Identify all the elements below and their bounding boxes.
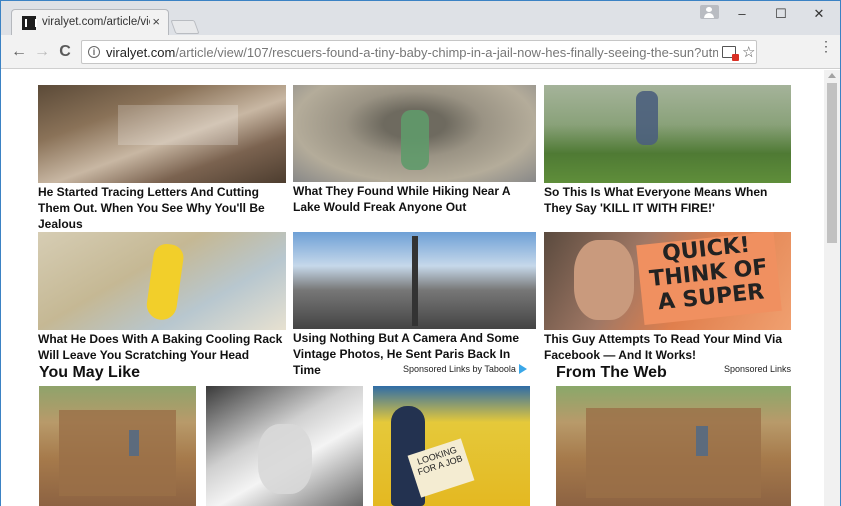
- pit-shape: [586, 408, 761, 498]
- reload-icon[interactable]: C: [56, 43, 74, 61]
- person-shape: [129, 430, 139, 456]
- bookmark-star-icon[interactable]: ☆: [742, 43, 755, 61]
- article-card[interactable]: So This Is What Everyone Means When They…: [544, 85, 791, 215]
- from-the-web-heading: From The Web: [556, 364, 667, 381]
- image-highlight: [118, 105, 238, 145]
- article-image[interactable]: QUICK! THINK OF A SUPER: [544, 232, 791, 330]
- person-shape: [696, 426, 708, 456]
- article-caption[interactable]: He Started Tracing Letters And Cutting T…: [38, 184, 286, 232]
- article-caption[interactable]: So This Is What Everyone Means When They…: [544, 184, 791, 216]
- sponsored-image[interactable]: [39, 386, 196, 506]
- article-card[interactable]: He Started Tracing Letters And Cutting T…: [38, 85, 286, 231]
- article-image[interactable]: [293, 85, 536, 182]
- url-path: /article/view/107/rescuers-found-a-tiny-…: [175, 45, 718, 60]
- url-host: viralyet.com: [106, 45, 176, 60]
- sponsored-card[interactable]: [39, 386, 196, 506]
- browser-menu-icon[interactable]: ⋮: [819, 39, 833, 53]
- article-card[interactable]: QUICK! THINK OF A SUPER This Guy Attempt…: [544, 232, 791, 362]
- face-shape: [574, 240, 634, 320]
- profile-icon[interactable]: [700, 5, 719, 19]
- sponsored-card[interactable]: [556, 386, 791, 506]
- sponsored-image[interactable]: LOOKING FOR A JOB: [373, 386, 530, 506]
- maximize-button[interactable]: ☐: [761, 3, 801, 25]
- article-image[interactable]: [38, 232, 286, 330]
- pit-shape: [59, 410, 176, 496]
- back-arrow-icon[interactable]: ←: [10, 43, 28, 61]
- browser-tab[interactable]: viralyet.com/article/view/ ×: [11, 9, 169, 35]
- vertical-scrollbar[interactable]: [824, 70, 840, 506]
- site-info-icon[interactable]: i: [88, 46, 100, 58]
- article-card[interactable]: Using Nothing But A Camera And Some Vint…: [293, 232, 536, 377]
- taboola-logo-icon: [518, 364, 527, 374]
- site-favicon-icon: [22, 16, 37, 30]
- close-window-button[interactable]: ✕: [799, 3, 839, 25]
- article-caption[interactable]: What They Found While Hiking Near A Lake…: [293, 183, 536, 215]
- article-image[interactable]: [293, 232, 536, 329]
- article-image[interactable]: [544, 85, 791, 183]
- sponsored-card[interactable]: LOOKING FOR A JOB: [373, 386, 530, 506]
- cast-icon[interactable]: [722, 46, 739, 61]
- image-figure: [636, 91, 658, 145]
- banana-shape: [144, 242, 186, 322]
- you-may-like-heading: You May Like: [39, 364, 141, 381]
- article-caption[interactable]: What He Does With A Baking Cooling Rack …: [38, 331, 286, 363]
- article-caption[interactable]: This Guy Attempts To Read Your Mind Via …: [544, 331, 791, 363]
- address-bar[interactable]: i viralyet.com/article/view/107/rescuers…: [81, 40, 757, 64]
- browser-toolbar: ← → C i viralyet.com/article/view/107/re…: [1, 35, 840, 69]
- sponsored-links-label[interactable]: Sponsored Links: [724, 364, 791, 374]
- taboola-sponsored-label[interactable]: Sponsored Links by Taboola: [403, 364, 527, 374]
- eiffel-tower-shape: [385, 236, 445, 326]
- taboola-sponsored-text: Sponsored Links by Taboola: [403, 364, 516, 374]
- page-viewport: He Started Tracing Letters And Cutting T…: [1, 70, 824, 506]
- scrollbar-thumb[interactable]: [827, 83, 837, 243]
- article-image[interactable]: [38, 85, 286, 183]
- forward-arrow-icon[interactable]: →: [33, 43, 51, 61]
- browser-window: viralyet.com/article/view/ × – ☐ ✕ ← → C…: [0, 0, 841, 506]
- sponsored-image[interactable]: [556, 386, 791, 506]
- new-tab-button[interactable]: [170, 20, 200, 34]
- article-card[interactable]: What He Does With A Baking Cooling Rack …: [38, 232, 286, 362]
- sponsored-card[interactable]: [206, 386, 363, 506]
- article-card[interactable]: What They Found While Hiking Near A Lake…: [293, 85, 536, 215]
- minimize-button[interactable]: –: [722, 3, 762, 25]
- url-text[interactable]: viralyet.com/article/view/107/rescuers-f…: [106, 45, 718, 60]
- title-bar: viralyet.com/article/view/ × – ☐ ✕: [1, 1, 840, 35]
- image-figure: [401, 110, 429, 170]
- quick-sign: QUICK! THINK OF A SUPER: [636, 232, 782, 325]
- sponsored-image[interactable]: [206, 386, 363, 506]
- scroll-up-arrow-icon[interactable]: [828, 73, 836, 78]
- tab-close-icon[interactable]: ×: [152, 14, 160, 29]
- tab-title: viralyet.com/article/view/: [42, 16, 150, 28]
- face-shape: [258, 424, 312, 494]
